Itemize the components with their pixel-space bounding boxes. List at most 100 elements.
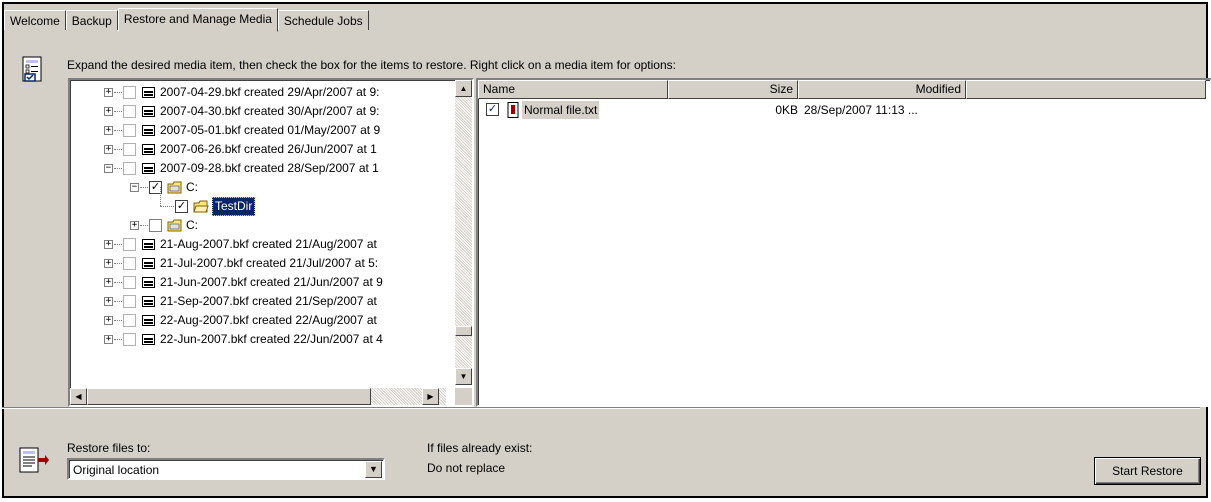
- tree-connector: [114, 320, 122, 321]
- tree-checkbox[interactable]: [123, 295, 136, 308]
- expand-icon[interactable]: +: [104, 107, 113, 116]
- media-tree[interactable]: +2007-04-29.bkf created 29/Apr/2007 at 9…: [68, 78, 474, 407]
- tree-connector: [114, 301, 122, 302]
- collapse-icon[interactable]: −: [104, 164, 113, 173]
- tree-item-label: TestDir: [212, 197, 256, 216]
- tree-item[interactable]: +2007-04-30.bkf created 30/Apr/2007 at 9…: [70, 102, 446, 121]
- column-modified[interactable]: Modified: [798, 80, 966, 99]
- tree-checkbox[interactable]: [123, 257, 136, 270]
- expand-icon[interactable]: +: [104, 335, 113, 344]
- tree-checkbox[interactable]: [123, 314, 136, 327]
- tape-media-icon: [141, 237, 157, 252]
- tree-item[interactable]: − ✓ C:: [70, 178, 446, 197]
- tree-item[interactable]: ✓ TestDir: [70, 187, 446, 216]
- restore-location-dropdown[interactable]: Original location ▼: [67, 458, 385, 480]
- tape-media-icon: [141, 142, 157, 157]
- tree-connector: [160, 206, 174, 207]
- expand-icon[interactable]: +: [104, 88, 113, 97]
- restore-files-to-label: Restore files to:: [67, 441, 151, 455]
- expand-icon[interactable]: +: [104, 126, 113, 135]
- tree-connector: [140, 187, 148, 188]
- tape-media-icon: [141, 294, 157, 309]
- tree-checkbox[interactable]: [123, 105, 136, 118]
- tree-item[interactable]: +21-Jul-2007.bkf created 21/Jul/2007 at …: [70, 254, 446, 273]
- expand-icon[interactable]: +: [104, 259, 113, 268]
- scroll-down-button[interactable]: ▼: [455, 368, 472, 385]
- expand-icon[interactable]: +: [104, 297, 113, 306]
- tab-backup[interactable]: Backup: [65, 10, 118, 30]
- expand-icon[interactable]: +: [104, 316, 113, 325]
- tree-connector: [114, 111, 122, 112]
- tree-item-label: 2007-05-01.bkf created 01/May/2007 at 9: [160, 123, 381, 137]
- tree-item[interactable]: +2007-04-29.bkf created 29/Apr/2007 at 9…: [70, 83, 446, 102]
- scroll-right-button[interactable]: ▶: [422, 388, 439, 405]
- tree-item-label: 21-Jul-2007.bkf created 21/Jul/2007 at 5…: [160, 256, 379, 270]
- tree-item-label: 22-Aug-2007.bkf created 22/Aug/2007 at: [160, 313, 377, 327]
- tree-item[interactable]: +22-Jun-2007.bkf created 22/Jun/2007 at …: [70, 330, 446, 349]
- scroll-thumb[interactable]: [455, 326, 472, 336]
- tab-welcome[interactable]: Welcome: [4, 10, 66, 30]
- tree-item[interactable]: +2007-06-26.bkf created 26/Jun/2007 at 1: [70, 140, 446, 159]
- tape-media-icon: [141, 332, 157, 347]
- tab-restore-manage-media[interactable]: Restore and Manage Media: [117, 8, 278, 32]
- tree-item-label: 21-Jun-2007.bkf created 21/Jun/2007 at 9: [160, 275, 383, 289]
- tree-item-label: 22-Jun-2007.bkf created 22/Jun/2007 at 4: [160, 332, 383, 346]
- tree-connector: [114, 168, 122, 169]
- start-restore-button[interactable]: Start Restore: [1094, 457, 1201, 485]
- tree-connector: [114, 130, 122, 131]
- tree-checkbox[interactable]: [123, 86, 136, 99]
- column-size[interactable]: Size: [668, 80, 798, 99]
- tree-checkbox[interactable]: [123, 124, 136, 137]
- tree-item[interactable]: + C:: [70, 216, 446, 235]
- tape-media-icon: [141, 275, 157, 290]
- tree-connector: [114, 339, 122, 340]
- scroll-up-button[interactable]: ▲: [455, 80, 472, 97]
- tree-checkbox[interactable]: [123, 238, 136, 251]
- file-size: 0KB: [775, 103, 798, 117]
- tree-connector: [114, 263, 122, 264]
- tree-rows: +2007-04-29.bkf created 29/Apr/2007 at 9…: [70, 80, 446, 385]
- tree-checkbox[interactable]: [149, 219, 162, 232]
- tree-item[interactable]: +21-Aug-2007.bkf created 21/Aug/2007 at: [70, 235, 446, 254]
- drive-icon: [167, 218, 183, 233]
- tree-item[interactable]: +21-Jun-2007.bkf created 21/Jun/2007 at …: [70, 273, 446, 292]
- hscroll-thumb[interactable]: [87, 388, 371, 405]
- restore-list-icon: [22, 56, 42, 82]
- tree-vertical-scrollbar[interactable]: ▲ ▼: [455, 80, 472, 385]
- instruction-text: Expand the desired media item, then chec…: [67, 58, 676, 72]
- if-files-exist-label: If files already exist:: [427, 441, 533, 455]
- tree-connector: [114, 244, 122, 245]
- scroll-left-button[interactable]: ◀: [70, 388, 87, 405]
- scroll-corner: [455, 388, 472, 405]
- tree-checkbox[interactable]: [123, 333, 136, 346]
- expand-icon[interactable]: +: [130, 221, 139, 230]
- collapse-icon[interactable]: −: [130, 183, 139, 192]
- file-checkbox[interactable]: ✓: [486, 103, 499, 116]
- chevron-down-icon[interactable]: ▼: [365, 461, 382, 478]
- expand-icon[interactable]: +: [104, 278, 113, 287]
- folder-icon: [193, 199, 209, 214]
- expand-icon[interactable]: +: [104, 145, 113, 154]
- divider: [2, 407, 1200, 409]
- restore-location-value: Original location: [73, 463, 160, 477]
- tape-media-icon: [141, 85, 157, 100]
- tree-checkbox[interactable]: [123, 162, 136, 175]
- tab-schedule-jobs[interactable]: Schedule Jobs: [277, 10, 369, 30]
- expand-icon[interactable]: +: [104, 240, 113, 249]
- file-modified: 28/Sep/2007 11:13 ...: [804, 103, 918, 117]
- column-name[interactable]: Name: [478, 80, 668, 99]
- file-list-header: Name Size Modified: [478, 80, 1206, 99]
- tree-item[interactable]: +21-Sep-2007.bkf created 21/Sep/2007 at: [70, 292, 446, 311]
- tape-media-icon: [141, 256, 157, 271]
- tree-checkbox[interactable]: [123, 276, 136, 289]
- tape-media-icon: [141, 161, 157, 176]
- tree-checkbox[interactable]: ✓: [175, 200, 188, 213]
- list-item[interactable]: ✓ Normal file.txt 0KB 28/Sep/2007 11:13 …: [478, 101, 1208, 119]
- file-name: Normal file.txt: [522, 101, 600, 119]
- file-list[interactable]: Name Size Modified ✓ Normal file.txt 0KB…: [476, 78, 1211, 407]
- tree-horizontal-scrollbar[interactable]: ◀ ▶: [70, 388, 446, 405]
- tree-item[interactable]: +2007-05-01.bkf created 01/May/2007 at 9: [70, 121, 446, 140]
- tree-checkbox[interactable]: [123, 143, 136, 156]
- tree-item[interactable]: +22-Aug-2007.bkf created 22/Aug/2007 at: [70, 311, 446, 330]
- tree-item[interactable]: − 2007-09-28.bkf created 28/Sep/2007 at 1: [70, 159, 446, 178]
